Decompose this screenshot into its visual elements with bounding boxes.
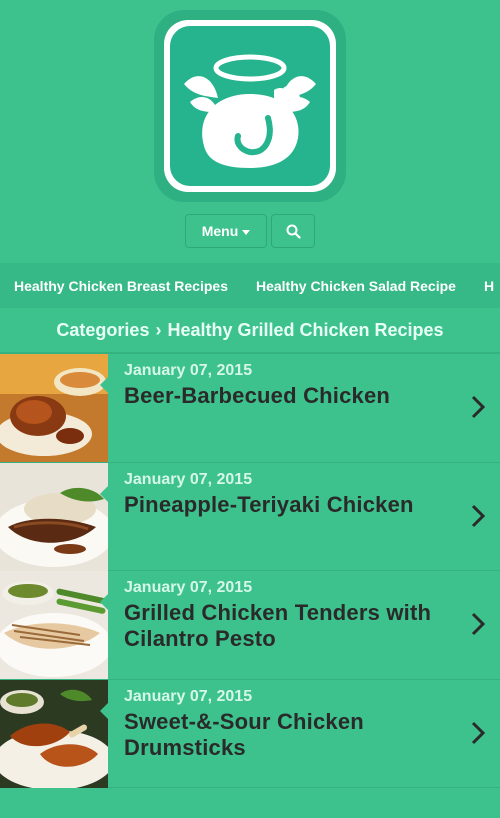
recipe-item[interactable]: January 07, 2015 Sweet-&-Sour Chicken Dr…	[0, 679, 500, 788]
angel-chicken-icon	[170, 26, 330, 186]
breadcrumb-separator: ›	[155, 319, 162, 340]
recipe-list: January 07, 2015 Beer-Barbecued Chicken …	[0, 352, 500, 788]
recipe-thumbnail	[0, 354, 108, 462]
recipe-thumbnail	[0, 679, 108, 788]
logo-frame	[164, 20, 336, 192]
recipe-date: January 07, 2015	[124, 470, 253, 488]
recipe-date: January 07, 2015	[124, 687, 253, 705]
tag-healthy-chicken-breast[interactable]: Healthy Chicken Breast Recipes	[0, 278, 242, 294]
recipe-title: Beer-Barbecued Chicken	[124, 383, 391, 408]
recipe-date: January 07, 2015	[124, 579, 253, 596]
recipe-item[interactable]: January 07, 2015 Beer-Barbecued Chicken	[0, 354, 500, 463]
chevron-right-icon	[471, 395, 486, 419]
recipe-date: January 07, 2015	[124, 362, 253, 379]
search-icon	[286, 224, 301, 239]
tag-healthy-chicken-salad[interactable]: Healthy Chicken Salad Recipe	[242, 278, 470, 294]
chevron-right-icon	[471, 504, 486, 527]
search-button[interactable]	[271, 214, 315, 248]
category-tag-bar[interactable]: Healthy Chicken Breast Recipes Healthy C…	[0, 263, 500, 308]
recipe-title: Pineapple-Teriyaki Chicken	[124, 491, 414, 517]
tag-truncated[interactable]: H	[470, 278, 500, 294]
breadcrumb-current: Healthy Grilled Chicken Recipes	[167, 319, 444, 340]
breadcrumb: Categories › Healthy Grilled Chicken Rec…	[0, 308, 500, 352]
chevron-right-icon	[471, 612, 486, 636]
chevron-right-icon	[471, 721, 486, 744]
recipe-item[interactable]: January 07, 2015 Grilled Chicken Tenders…	[0, 571, 500, 680]
recipe-item[interactable]: January 07, 2015 Pineapple-Teriyaki Chic…	[0, 462, 500, 571]
caret-down-icon	[242, 229, 251, 235]
recipe-title: Sweet-&-Sour Chicken Drumsticks	[124, 708, 364, 760]
recipe-thumbnail	[0, 462, 108, 571]
app-logo	[154, 10, 346, 202]
menu-button[interactable]: Menu	[185, 214, 267, 248]
breadcrumb-parent[interactable]: Categories	[56, 320, 149, 341]
recipe-title: Grilled Chicken Tenders with Cilantro Pe…	[124, 600, 432, 651]
recipe-thumbnail	[0, 571, 108, 679]
menu-label: Menu	[201, 223, 239, 239]
toolbar: Menu	[185, 214, 315, 248]
